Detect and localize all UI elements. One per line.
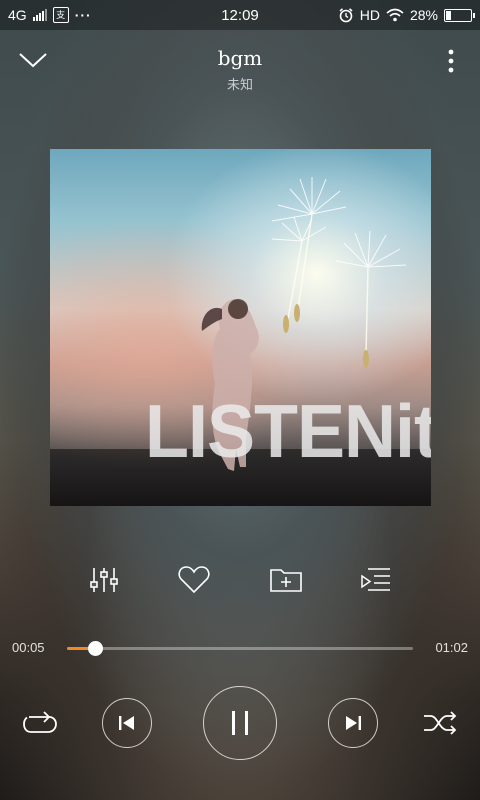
next-button[interactable] <box>328 698 378 748</box>
next-icon <box>346 716 361 730</box>
heart-icon[interactable] <box>176 562 212 598</box>
status-bar: 4G 支 ··· 12:09 HD 28% <box>0 0 480 30</box>
player-header: bgm 未知 <box>0 30 480 100</box>
clock: 12:09 <box>221 6 259 24</box>
song-title: bgm <box>217 46 263 70</box>
battery-icon <box>444 8 475 22</box>
shuffle-icon[interactable] <box>422 707 458 739</box>
wifi-icon <box>386 8 404 22</box>
battery-percent: 28% <box>409 7 438 23</box>
total-time: 01:02 <box>435 640 468 655</box>
more-vertical-icon[interactable] <box>446 48 456 74</box>
album-logo: LISTENit <box>145 390 431 474</box>
add-to-folder-icon[interactable] <box>268 562 304 598</box>
previous-button[interactable] <box>102 698 152 748</box>
current-time: 00:05 <box>12 640 45 655</box>
pause-button[interactable] <box>203 686 277 760</box>
progress-bar: 00:05 01:02 <box>0 636 480 660</box>
pause-icon <box>232 711 248 735</box>
repeat-icon[interactable] <box>21 707 59 739</box>
equalizer-icon[interactable] <box>86 562 122 598</box>
album-art: LISTENit <box>50 149 431 506</box>
battery-level <box>446 10 452 20</box>
alarm-icon <box>339 8 353 23</box>
playback-controls <box>0 686 480 760</box>
action-bar <box>0 562 480 598</box>
seek-knob[interactable] <box>87 641 103 656</box>
playlist-icon[interactable] <box>358 562 394 598</box>
artist-name: 未知 <box>226 77 253 92</box>
hd-indicator: HD <box>359 7 380 23</box>
seek-track[interactable] <box>67 641 413 656</box>
previous-icon <box>119 716 134 730</box>
